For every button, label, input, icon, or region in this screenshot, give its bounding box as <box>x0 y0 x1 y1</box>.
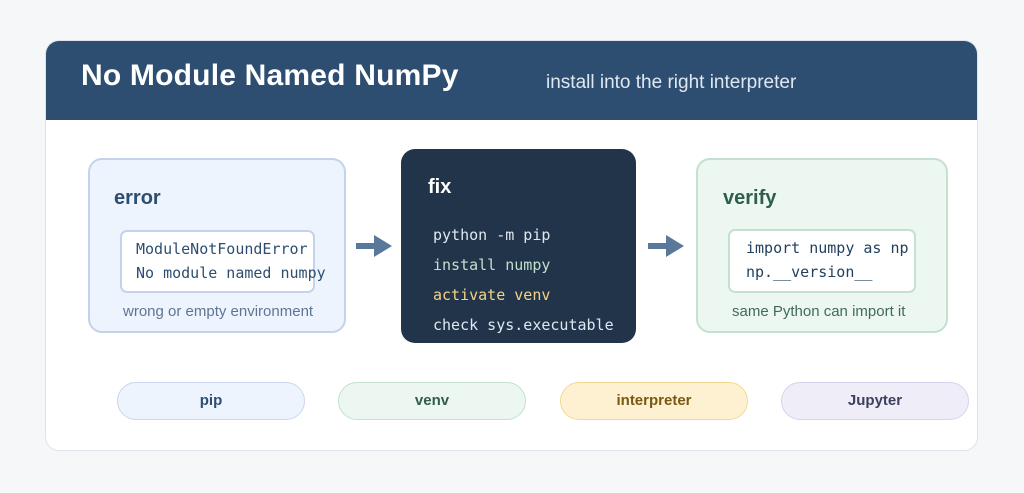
verify-caption: same Python can import it <box>732 303 906 320</box>
tag-jupyter: Jupyter <box>781 382 969 420</box>
arrow-right-icon <box>648 235 684 257</box>
fix-command-line: python -m pip <box>433 226 551 244</box>
diagram-card: No Module Named NumPy install into the r… <box>45 40 978 451</box>
arrow-right-icon <box>356 235 392 257</box>
header-bar: No Module Named NumPy install into the r… <box>46 41 977 120</box>
fix-panel-title: fix <box>428 176 452 198</box>
tag-pip: pip <box>117 382 305 420</box>
verify-panel-title: verify <box>723 187 777 209</box>
tag-interpreter: interpreter <box>560 382 748 420</box>
tag-venv: venv <box>338 382 526 420</box>
error-panel-title: error <box>114 187 161 209</box>
page-subtitle: install into the right interpreter <box>546 72 797 93</box>
error-panel: error ModuleNotFoundError No module name… <box>88 158 346 333</box>
fix-command-list: python -m pip install numpy activate ven… <box>433 220 614 340</box>
page-title: No Module Named NumPy <box>81 59 459 92</box>
error-code-line: ModuleNotFoundError <box>136 240 308 258</box>
fix-command-line: check sys.executable <box>433 316 614 334</box>
verify-panel: verify import numpy as np np.__version__… <box>696 158 948 333</box>
error-code-box: ModuleNotFoundError No module named nump… <box>120 230 326 293</box>
fix-command-line: install numpy <box>433 256 551 274</box>
fix-command-line: activate venv <box>433 286 551 304</box>
verify-code-line: np.__version__ <box>746 263 873 281</box>
error-caption: wrong or empty environment <box>123 303 314 320</box>
verify-code-box: import numpy as np np.__version__ <box>728 229 916 293</box>
fix-panel: fix python -m pip install numpy activate… <box>401 149 636 343</box>
verify-code-line: import numpy as np <box>746 239 909 257</box>
error-code-line: No module named numpy <box>136 264 326 282</box>
